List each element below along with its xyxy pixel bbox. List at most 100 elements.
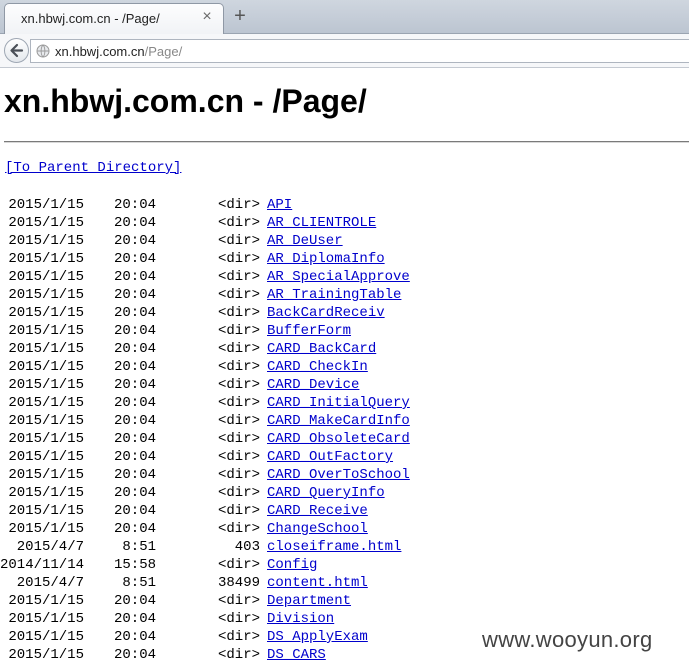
entry-size: <dir> [217,449,260,465]
entry-size: <dir> [217,503,260,519]
entry-time: 20:04 [113,269,156,285]
entry-time: 20:04 [113,521,156,537]
entry-size: 403 [234,539,260,555]
entry-link[interactable]: AR_DeUser [267,233,343,249]
entry-date: 2015/1/15 [8,323,84,339]
entry-size: <dir> [217,629,260,645]
entry-time: 8:51 [122,539,156,555]
entry-size: <dir> [217,413,260,429]
list-item: 2015/1/15 20:04 <dir> CARD_ObsoleteCard [0,431,689,449]
entry-link[interactable]: CARD_Receive [267,503,368,519]
navigation-toolbar: xn.hbwj.com.cn/Page/ [0,34,689,68]
entry-date: 2014/11/14 [0,557,84,573]
entry-time: 20:04 [113,593,156,609]
entry-link[interactable]: ChangeSchool [267,521,368,537]
entry-time: 20:04 [113,197,156,213]
list-item: 2015/1/15 20:04 <dir> CARD_QueryInfo [0,485,689,503]
entry-link[interactable]: closeiframe.html [267,539,401,555]
list-item: 2015/1/15 20:04 <dir> AR_TrainingTable [0,287,689,305]
entry-link[interactable]: AR_TrainingTable [267,287,401,303]
entry-link[interactable]: DS_ApplyExam [267,629,368,645]
entry-size: <dir> [217,323,260,339]
browser-tab[interactable]: xn.hbwj.com.cn - /Page/ × [4,3,224,34]
entry-link[interactable]: CARD_OutFactory [267,449,393,465]
entry-time: 20:04 [113,449,156,465]
entry-link[interactable]: AR_DiplomaInfo [267,251,385,267]
entry-size: <dir> [217,521,260,537]
list-item: 2014/11/14 15:58 <dir> Config [0,557,689,575]
entry-date: 2015/1/15 [8,521,84,537]
entry-time: 20:04 [113,413,156,429]
list-item: 2015/1/15 20:04 <dir> CARD_Receive [0,503,689,521]
close-icon[interactable]: × [199,9,215,25]
entry-time: 20:04 [113,359,156,375]
back-button[interactable] [4,38,29,63]
list-item: 2015/1/15 20:04 <dir> AR_CLIENTROLE [0,215,689,233]
page-title: xn.hbwj.com.cn - /Page/ [4,83,367,119]
entry-link[interactable]: Department [267,593,351,609]
list-item: 2015/1/15 20:04 <dir> AR_DiplomaInfo [0,251,689,269]
entry-date: 2015/1/15 [8,467,84,483]
entry-link[interactable]: DS_CARS [267,647,326,663]
entry-link[interactable]: BufferForm [267,323,351,339]
entry-date: 2015/1/15 [8,503,84,519]
back-arrow-icon [10,43,24,58]
entry-time: 20:04 [113,323,156,339]
directory-listing: 2015/1/15 20:04 <dir> API 2015/1/15 20:04 <dir… [0,197,689,665]
entry-link[interactable]: CARD_InitialQuery [267,395,410,411]
list-item: 2015/1/15 20:04 <dir> CARD_CheckIn [0,359,689,377]
url-path: /Page/ [144,44,183,59]
entry-date: 2015/1/15 [8,305,84,321]
url-domain: xn.hbwj.com.cn [55,44,145,59]
entry-link[interactable]: Config [267,557,317,573]
entry-time: 20:04 [113,287,156,303]
entry-time: 20:04 [113,341,156,357]
entry-link[interactable]: CARD_MakeCardInfo [267,413,410,429]
watermark: www.wooyun.org [482,627,653,652]
entry-date: 2015/1/15 [8,629,84,645]
entry-link[interactable]: content.html [267,575,368,591]
entry-link[interactable]: API [267,197,292,213]
entry-date: 2015/1/15 [8,485,84,501]
parent-directory-link[interactable]: [To Parent Directory] [5,160,181,176]
entry-size: <dir> [217,377,260,393]
entry-link[interactable]: AR_CLIENTROLE [267,215,376,231]
entry-date: 2015/1/15 [8,269,84,285]
list-item: 2015/1/15 20:04 <dir> Department [0,593,689,611]
entry-date: 2015/1/15 [8,413,84,429]
entry-size: <dir> [217,197,260,213]
entry-time: 20:04 [113,467,156,483]
entry-link[interactable]: BackCardReceiv [267,305,385,321]
entry-link[interactable]: CARD_CheckIn [267,359,368,375]
entry-date: 2015/1/15 [8,233,84,249]
entry-size: <dir> [217,485,260,501]
list-item: 2015/4/7 8:51 403 closeiframe.html [0,539,689,557]
entry-size: <dir> [217,215,260,231]
entry-time: 15:58 [113,557,156,573]
entry-time: 20:04 [113,395,156,411]
entry-size: <dir> [217,305,260,321]
entry-date: 2015/1/15 [8,341,84,357]
list-item: 2015/1/15 20:04 <dir> CARD_Device [0,377,689,395]
tab-bar: xn.hbwj.com.cn - /Page/ × + [0,0,689,34]
plus-icon[interactable]: + [230,6,250,26]
entry-size: <dir> [217,395,260,411]
entry-size: <dir> [217,647,260,663]
entry-link[interactable]: Division [267,611,334,627]
entry-time: 20:04 [113,611,156,627]
entry-size: 38499 [217,575,260,591]
entry-link[interactable]: AR_SpecialApprove [267,269,410,285]
entry-time: 20:04 [113,377,156,393]
entry-link[interactable]: CARD_Device [267,377,359,393]
entry-date: 2015/1/15 [8,197,84,213]
entry-date: 2015/1/15 [8,395,84,411]
entry-link[interactable]: CARD_ObsoleteCard [267,431,410,447]
entry-link[interactable]: CARD_QueryInfo [267,485,385,501]
list-item: 2015/4/7 8:51 38499 content.html [0,575,689,593]
address-bar[interactable]: xn.hbwj.com.cn/Page/ [30,39,689,63]
entry-link[interactable]: CARD_OverToSchool [267,467,410,483]
list-item: 2015/1/15 20:04 <dir> AR_SpecialApprove [0,269,689,287]
entry-time: 20:04 [113,431,156,447]
list-item: 2015/1/15 20:04 <dir> API [0,197,689,215]
entry-link[interactable]: CARD_BackCard [267,341,376,357]
